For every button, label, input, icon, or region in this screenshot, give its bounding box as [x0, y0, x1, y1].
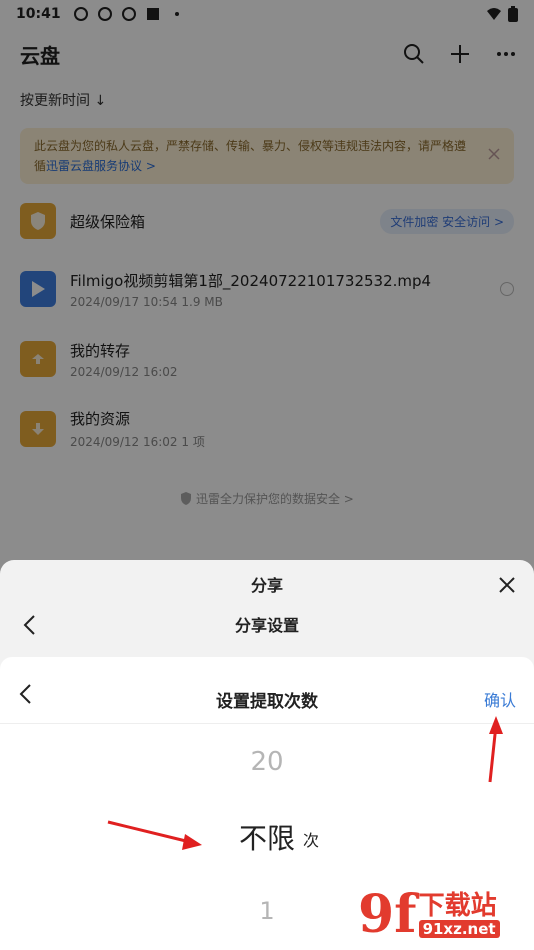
close-icon[interactable]	[498, 576, 516, 594]
share-settings-title: 分享设置	[234, 616, 299, 635]
watermark-url: 91xz.net	[418, 920, 500, 939]
site-watermark: 9f 下载站 91xz.net	[358, 884, 528, 946]
picker-unit: 次	[303, 831, 320, 850]
share-title: 分享	[250, 576, 283, 595]
watermark-logo: 9f	[358, 884, 417, 945]
picker-title: 设置提取次数	[216, 692, 318, 712]
watermark-title: 下载站	[418, 890, 497, 921]
app-screen: 10:41 云盘 按更新时间 ↓ 此云盘为您的私人云盘，严禁存储、传输、暴力、侵…	[0, 0, 534, 950]
divider	[0, 723, 534, 724]
picker-option-selected[interactable]: 不限	[0, 817, 534, 857]
confirm-button[interactable]: 确认	[484, 687, 516, 711]
picker-option[interactable]: 20	[0, 747, 534, 777]
watermark-text: 下载站 91xz.net	[418, 890, 500, 939]
